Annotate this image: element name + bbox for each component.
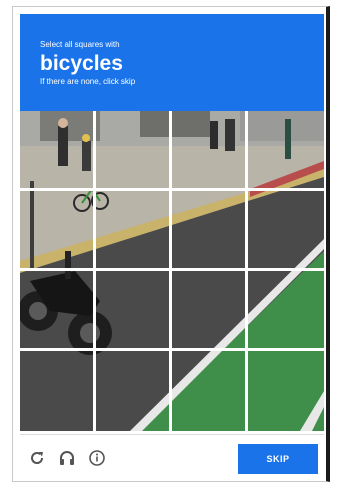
grid-tile-r4-c3[interactable] <box>172 351 248 431</box>
grid-tile-r1-c1[interactable] <box>20 111 96 191</box>
grid-tile-r4-c1[interactable] <box>20 351 96 431</box>
challenge-header: Select all squares with bicycles If ther… <box>20 14 324 114</box>
grid-tile-r4-c4[interactable] <box>248 351 324 431</box>
hint-text: If there are none, click skip <box>40 77 136 86</box>
tile-grid <box>20 111 324 431</box>
grid-tile-r2-c1[interactable] <box>20 191 96 271</box>
image-grid <box>20 111 324 431</box>
grid-tile-r4-c2[interactable] <box>96 351 172 431</box>
grid-tile-r3-c4[interactable] <box>248 271 324 351</box>
challenge-footer: SKIP <box>20 434 324 479</box>
info-icon[interactable] <box>86 447 108 469</box>
grid-tile-r1-c3[interactable] <box>172 111 248 191</box>
grid-tile-r1-c4[interactable] <box>248 111 324 191</box>
captcha-challenge: Select all squares with bicycles If ther… <box>12 6 330 482</box>
grid-tile-r3-c1[interactable] <box>20 271 96 351</box>
grid-tile-r2-c3[interactable] <box>172 191 248 271</box>
headphones-icon[interactable] <box>56 447 78 469</box>
skip-button[interactable]: SKIP <box>238 444 318 474</box>
instruction-text: Select all squares with <box>40 40 120 49</box>
grid-tile-r3-c2[interactable] <box>96 271 172 351</box>
grid-tile-r1-c2[interactable] <box>96 111 172 191</box>
grid-tile-r2-c2[interactable] <box>96 191 172 271</box>
target-object: bicycles <box>40 52 123 75</box>
grid-tile-r3-c3[interactable] <box>172 271 248 351</box>
reload-icon[interactable] <box>26 447 48 469</box>
grid-tile-r2-c4[interactable] <box>248 191 324 271</box>
